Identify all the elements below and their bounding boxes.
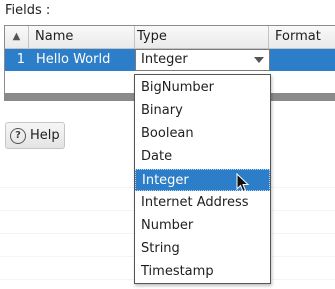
fields-label: Fields : [5, 3, 51, 18]
type-combobox[interactable]: Integer [135, 49, 270, 71]
dropdown-option[interactable]: Boolean [135, 123, 270, 145]
column-header-name[interactable]: Name [29, 26, 135, 48]
table-header: ▲ Name Type Format [5, 26, 335, 49]
dropdown-option[interactable]: Internet Address [135, 192, 270, 214]
column-header-format[interactable]: Format [269, 26, 335, 48]
column-header-type[interactable]: Type [135, 26, 269, 48]
dropdown-option[interactable]: Binary [135, 100, 270, 122]
dropdown-option[interactable]: Timestamp [135, 261, 270, 283]
format-cell[interactable] [270, 49, 335, 71]
dropdown-option[interactable]: Number [135, 215, 270, 237]
mouse-cursor-icon [236, 173, 250, 193]
type-combobox-value: Integer [141, 52, 188, 67]
chevron-down-icon[interactable] [254, 57, 264, 63]
dropdown-option[interactable]: BigNumber [135, 77, 270, 99]
row-number: 1 [16, 52, 25, 67]
dropdown-option[interactable]: Date [135, 146, 270, 168]
help-icon: ? [10, 128, 26, 144]
type-dropdown-list[interactable]: BigNumber Binary Boolean Date Integer In… [134, 74, 271, 284]
table-row[interactable]: 1 Hello World Integer [5, 49, 335, 71]
help-button[interactable]: ? Help [5, 122, 65, 149]
name-cell[interactable]: Hello World [29, 49, 135, 71]
help-button-label: Help [30, 128, 60, 143]
sort-indicator-icon[interactable]: ▲ [5, 26, 29, 48]
dropdown-option[interactable]: String [135, 238, 270, 260]
